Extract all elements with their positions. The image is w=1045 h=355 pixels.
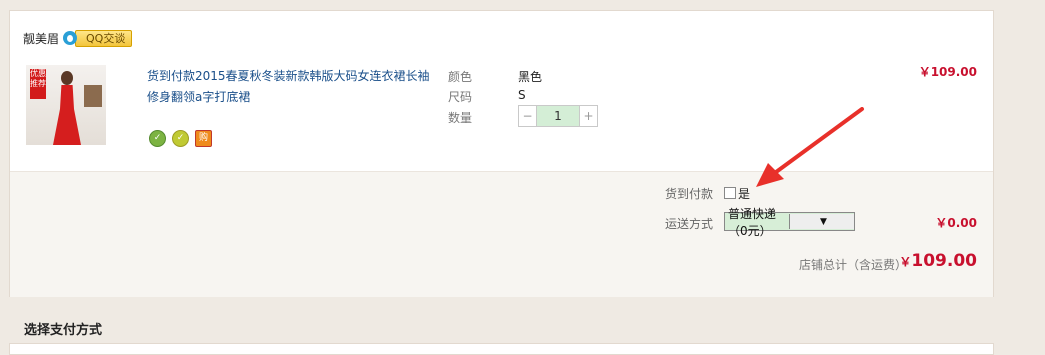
qty-decrement-button[interactable]: − xyxy=(519,106,536,126)
payment-card xyxy=(9,343,994,355)
cod-label: 货到付款 xyxy=(665,187,714,201)
shop-total-label: 店铺总计（含运费） xyxy=(799,258,908,272)
attr-label-qty: 数量 xyxy=(448,111,473,125)
qty-input[interactable]: 1 xyxy=(536,106,580,126)
qty-increment-button[interactable]: + xyxy=(580,106,597,126)
attr-label-color: 颜色 xyxy=(448,70,473,84)
qq-chat-button[interactable]: QQ交谈 xyxy=(63,29,133,47)
thumb-tag: 优惠推荐 xyxy=(30,69,46,99)
shop-row: 靓美眉 QQ交谈 xyxy=(23,29,133,47)
shipping-select-value: 普通快递（0元） xyxy=(728,206,777,238)
shop-name[interactable]: 靓美眉 xyxy=(23,30,59,47)
total-value: 109.00 xyxy=(911,251,977,271)
purchase-icon[interactable]: 购 xyxy=(195,130,212,147)
item-price: ￥109.00 xyxy=(918,65,977,79)
shipping-price: ￥0.00 xyxy=(935,216,977,230)
quantity-stepper: − 1 + xyxy=(518,105,598,127)
arrow-shaft xyxy=(770,107,864,177)
payment-section-title: 选择支付方式 xyxy=(24,323,103,338)
arrow-head xyxy=(756,163,784,187)
product-title-link[interactable]: 货到付款2015春夏秋冬装新款韩版大码女连衣裙长袖修身翻领a字打底裙 xyxy=(147,66,437,108)
cod-checkbox[interactable] xyxy=(724,187,736,199)
attr-label-size: 尺码 xyxy=(448,90,473,104)
shipping-select[interactable]: 普通快递（0元） ▼ xyxy=(724,207,855,238)
cod-option-label[interactable]: 是 xyxy=(738,185,750,202)
chevron-down-icon[interactable]: ▼ xyxy=(789,214,854,229)
shipping-label: 运送方式 xyxy=(665,217,714,231)
shop-total-amount: ￥109.00 xyxy=(899,251,977,271)
attr-value-size: S xyxy=(518,88,526,102)
order-card: 靓美眉 QQ交谈 优惠推荐 货到付款2015春夏秋冬装新款韩版大码女连衣裙长袖修… xyxy=(9,10,994,297)
service-icons: ✓ ✓ 购 xyxy=(149,130,212,147)
qq-penguin-icon xyxy=(63,31,78,45)
shield-icon[interactable]: ✓ xyxy=(149,130,166,147)
product-thumbnail[interactable]: 优惠推荐 xyxy=(26,65,106,145)
attr-value-color: 黑色 xyxy=(518,70,543,84)
total-currency: ￥ xyxy=(899,255,912,269)
badge-icon[interactable]: ✓ xyxy=(172,130,189,147)
annotation-arrow-icon xyxy=(756,107,864,187)
qq-chat-label: QQ交谈 xyxy=(75,29,133,47)
